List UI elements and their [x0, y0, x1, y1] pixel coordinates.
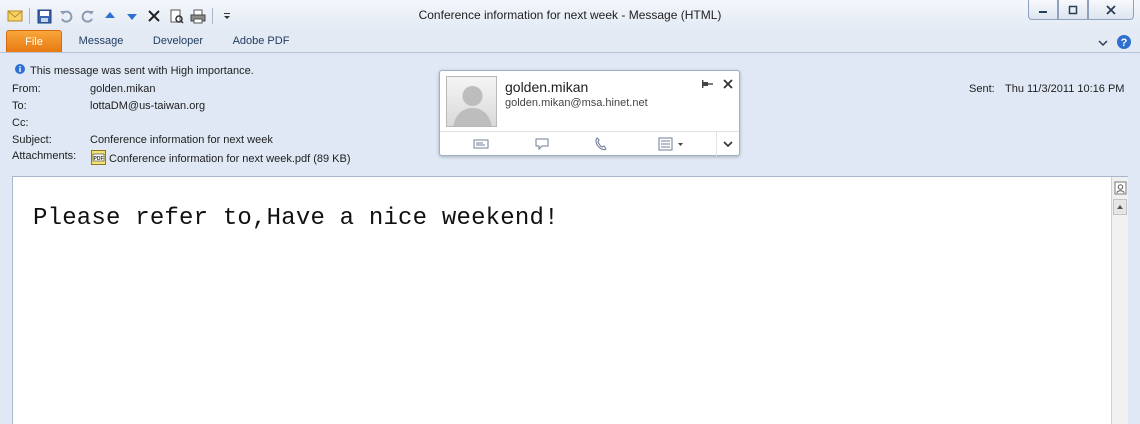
expand-card-icon[interactable] — [716, 132, 739, 156]
tab-file[interactable]: File — [6, 30, 62, 52]
pdf-file-icon: PDF — [91, 150, 106, 168]
phone-action-icon[interactable] — [591, 136, 611, 152]
title-bar: Conference information for next week - M… — [0, 0, 1140, 30]
scroll-up-button[interactable] — [1113, 199, 1127, 215]
info-icon — [15, 64, 25, 77]
tab-adobe-pdf[interactable]: Adobe PDF — [224, 30, 298, 52]
tab-message[interactable]: Message — [70, 30, 132, 52]
minimize-button[interactable] — [1028, 0, 1058, 20]
ribbon-tabs: File Message Developer Adobe PDF ? — [0, 30, 1140, 53]
contact-name: golden.mikan — [505, 79, 589, 95]
attachment-name: Conference information for next week.pdf… — [109, 153, 351, 165]
window-controls — [1028, 0, 1134, 20]
tab-developer[interactable]: Developer — [142, 30, 214, 52]
close-button[interactable] — [1088, 0, 1134, 20]
maximize-icon — [1068, 5, 1078, 14]
to-value[interactable]: lottaDM@us-taiwan.org — [90, 100, 205, 112]
maximize-button[interactable] — [1058, 0, 1088, 20]
subject-label: Subject: — [12, 134, 52, 146]
sent-value: Thu 11/3/2011 10:16 PM — [1005, 83, 1125, 95]
attachments-label: Attachments: — [12, 150, 77, 162]
contact-actions — [440, 131, 739, 156]
importance-infobar: This message was sent with High importan… — [15, 64, 254, 77]
subject-value: Conference information for next week — [90, 134, 273, 146]
body-text: Please refer to,Have a nice weekend! — [33, 205, 559, 232]
scroll-up-icon — [1117, 205, 1123, 209]
to-label: To: — [12, 100, 27, 112]
help-icon[interactable]: ? — [1116, 34, 1132, 53]
im-action-icon[interactable] — [532, 136, 552, 152]
svg-text:?: ? — [1121, 37, 1128, 49]
svg-text:PDF: PDF — [94, 156, 104, 162]
ribbon-help-area: ? — [1098, 34, 1132, 53]
ribbon-minimize-icon[interactable] — [1098, 38, 1108, 50]
message-window: Conference information for next week - M… — [0, 0, 1140, 424]
vertical-scrollbar[interactable] — [1111, 177, 1128, 424]
from-label: From: — [12, 83, 41, 95]
contact-card: golden.mikan golden.mikan@msa.hinet.net — [439, 70, 740, 156]
minimize-icon — [1039, 10, 1047, 13]
window-title: Conference information for next week - M… — [418, 8, 722, 22]
importance-text: This message was sent with High importan… — [30, 64, 254, 77]
cc-label: Cc: — [12, 117, 29, 129]
attachment-item[interactable]: PDF Conference information for next week… — [91, 150, 351, 168]
people-pane-icon[interactable] — [1113, 180, 1127, 196]
from-value[interactable]: golden.mikan — [90, 83, 155, 95]
email-action-icon[interactable] — [471, 136, 491, 152]
person-silhouette-icon — [453, 86, 492, 126]
contact-email[interactable]: golden.mikan@msa.hinet.net — [505, 97, 648, 109]
pin-icon[interactable] — [702, 79, 714, 92]
more-actions-icon[interactable] — [658, 136, 686, 152]
sent-label: Sent: — [969, 83, 995, 95]
close-icon — [1106, 4, 1116, 15]
message-body[interactable]: Please refer to,Have a nice weekend! — [12, 176, 1128, 424]
avatar — [446, 76, 497, 127]
card-close-icon[interactable] — [723, 77, 733, 92]
